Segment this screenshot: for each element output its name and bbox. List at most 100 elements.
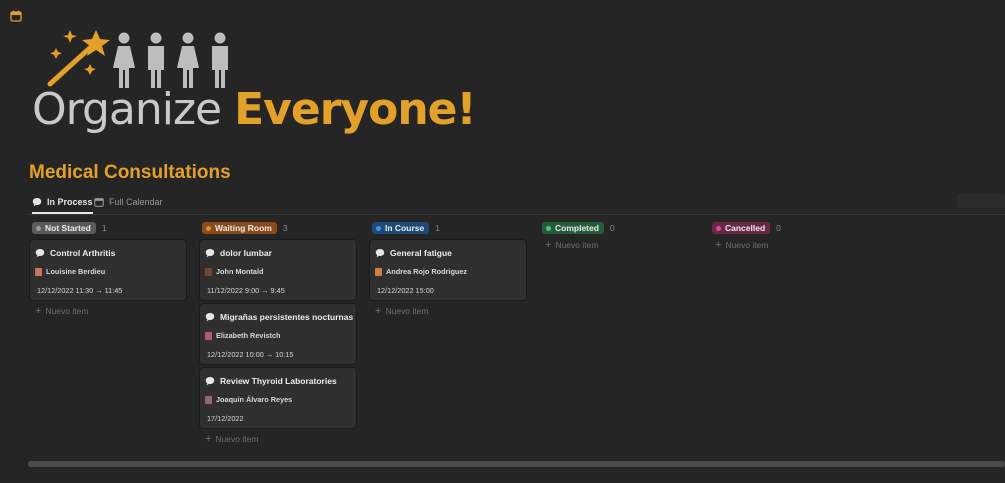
column-count: 1 [435, 223, 440, 233]
status-label: Waiting Room [215, 223, 272, 233]
column-count: 0 [776, 223, 781, 233]
status-label: In Course [385, 223, 425, 233]
new-item-button[interactable]: + Nuevo item [375, 305, 528, 317]
status-badge[interactable]: Cancelled [712, 222, 771, 234]
board-column: Not Started 1 Control Arthritis Louisine Be… [30, 220, 188, 317]
status-label: Completed [555, 223, 599, 233]
magic-wand-people-icon [47, 30, 228, 88]
board-column: In Course 1 General fatigue Andrea Rojo Rod… [370, 220, 528, 317]
horizontal-scrollbar[interactable] [28, 461, 1005, 467]
consultation-card[interactable]: General fatigue Andrea Rojo Rodriguez 12/1… [370, 240, 526, 300]
card-date: 17/12/2022 [207, 414, 244, 423]
status-badge[interactable]: Completed [542, 222, 604, 234]
banner-title: Organize Everyone! [32, 84, 477, 135]
card-person: Joaquin Álvaro Reyes [205, 395, 292, 404]
speech-bubble-icon [375, 249, 385, 258]
card-title-text: Migrañas persistentes nocturnas [220, 312, 354, 322]
card-title-text: General fatigue [390, 248, 452, 258]
calendar-icon[interactable] [10, 10, 22, 22]
new-item-label: Nuevo item [555, 240, 599, 250]
board-column: Cancelled 0 + Nuevo item [710, 220, 868, 251]
tab-in-process[interactable]: In Process [32, 192, 93, 214]
banner-word-everyone: Everyone! [234, 84, 476, 135]
column-header: Cancelled 0 [712, 220, 868, 236]
speech-bubble-icon [205, 249, 215, 258]
avatar [205, 395, 212, 404]
status-dot-icon [546, 225, 551, 231]
board-column: Completed 0 + Nuevo item [540, 220, 698, 251]
card-list: dolor lumbar John Montald 11/12/2022 9:00 … [200, 240, 358, 428]
new-item-label: Nuevo item [385, 306, 429, 316]
status-label: Cancelled [725, 223, 766, 233]
card-person: John Montald [205, 267, 263, 276]
new-item-button[interactable]: + Nuevo item [205, 433, 358, 445]
database-title[interactable]: Medical Consultations [29, 162, 231, 184]
column-count: 1 [101, 223, 107, 233]
column-header: Completed 0 [542, 220, 698, 236]
plus-icon: + [715, 239, 722, 251]
avatar [205, 331, 212, 340]
consultation-card[interactable]: dolor lumbar John Montald 11/12/2022 9:00 … [200, 240, 356, 300]
card-person: Elizabeth Revistch [205, 331, 280, 340]
status-badge[interactable]: In Course [372, 222, 430, 234]
speech-bubble-icon [32, 198, 42, 207]
speech-bubble-icon [35, 249, 45, 258]
new-item-label: Nuevo item [45, 306, 89, 316]
card-title-text: Control Arthritis [50, 248, 116, 258]
new-item-button[interactable]: + Nuevo item [715, 239, 868, 251]
avatar [205, 267, 212, 276]
card-date: 12/12/2022 11:30 → 11:45 [37, 286, 123, 295]
column-header: In Course 1 [372, 220, 528, 236]
speech-bubble-icon [205, 377, 215, 386]
card-title: Review Thyroid Laboratories [205, 376, 337, 386]
view-options-box[interactable] [957, 194, 1005, 208]
card-date: 11/12/2022 9:00 → 9:45 [207, 286, 285, 295]
card-list: Control Arthritis Louisine Berdieu 12/12/2… [30, 240, 188, 300]
column-header: Waiting Room 3 [202, 220, 358, 236]
card-date: 12/12/2022 15:00 [377, 286, 434, 295]
consultation-card[interactable]: Migrañas persistentes nocturnas Elizabeth… [200, 304, 356, 364]
plus-icon: + [375, 305, 382, 317]
person-name: Elizabeth Revistch [216, 331, 281, 340]
status-label: Not Started [45, 223, 91, 233]
card-person: Louisine Berdieu [35, 267, 105, 276]
avatar [375, 267, 382, 276]
speech-bubble-icon [205, 313, 215, 322]
column-count: 0 [609, 223, 615, 233]
banner-word-organize: Organize [32, 84, 222, 135]
plus-icon: + [545, 239, 552, 251]
plus-icon: + [35, 305, 42, 317]
card-title-text: Review Thyroid Laboratories [220, 376, 337, 386]
status-badge[interactable]: Not Started [32, 222, 96, 234]
column-count: 3 [282, 223, 288, 233]
status-dot-icon [376, 225, 381, 231]
banner: Organize Everyone! [28, 26, 477, 136]
tab-label: In Process [47, 197, 93, 207]
person-name: John Montald [216, 267, 264, 276]
new-item-button[interactable]: + Nuevo item [35, 305, 188, 317]
page: Organize Everyone! Medical Consultations… [0, 0, 1005, 483]
consultation-card[interactable]: Control Arthritis Louisine Berdieu 12/12/2… [30, 240, 186, 300]
new-item-label: Nuevo item [725, 240, 769, 250]
tab-full-calendar[interactable]: Full Calendar [94, 192, 163, 212]
avatar [35, 267, 42, 276]
status-badge[interactable]: Waiting Room [202, 222, 277, 234]
person-name: Louisine Berdieu [46, 267, 106, 276]
person-name: Joaquin Álvaro Reyes [216, 395, 293, 404]
card-date: 12/12/2022 10:00 → 10:15 [207, 350, 294, 359]
card-title-text: dolor lumbar [220, 248, 272, 258]
calendar-icon [94, 198, 104, 207]
card-title: Control Arthritis [35, 248, 115, 258]
status-dot-icon [716, 225, 721, 231]
status-dot-icon [36, 225, 41, 231]
new-item-label: Nuevo item [215, 434, 259, 444]
new-item-button[interactable]: + Nuevo item [545, 239, 698, 251]
plus-icon: + [205, 433, 212, 445]
card-person: Andrea Rojo Rodriguez [375, 267, 467, 276]
board-column: Waiting Room 3 dolor lumbar John Montald 11/… [200, 220, 358, 445]
status-dot-icon [206, 225, 211, 231]
card-title: General fatigue [375, 248, 452, 258]
consultation-card[interactable]: Review Thyroid Laboratories Joaquin Álvar… [200, 368, 356, 428]
card-title: Migrañas persistentes nocturnas [205, 312, 353, 322]
column-header: Not Started 1 [32, 220, 188, 236]
